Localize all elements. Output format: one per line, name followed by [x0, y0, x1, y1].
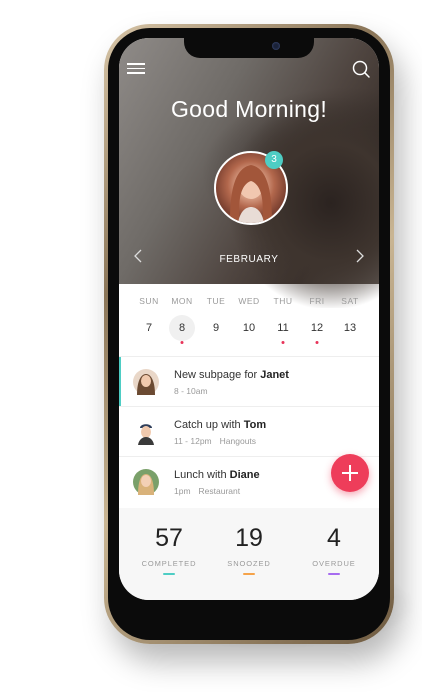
weekday-label: WED: [238, 296, 260, 306]
event-dot: [180, 341, 184, 344]
event-title: Catch up with Tom: [174, 419, 266, 431]
day-number[interactable]: 9: [205, 322, 227, 334]
event-person: Janet: [260, 369, 289, 381]
day-number[interactable]: 10: [238, 322, 260, 334]
day-number[interactable]: 7: [138, 322, 160, 334]
event-title-text: New subpage for: [174, 369, 261, 381]
event-dot: [315, 341, 319, 344]
event-item-tom[interactable]: Catch up with Tom 11 - 12pm Hangouts: [119, 407, 379, 456]
stat-completed[interactable]: 57 COMPLETED: [129, 524, 209, 575]
phone-notch: [184, 38, 314, 58]
day-number[interactable]: 8: [171, 322, 193, 334]
day-number[interactable]: 13: [339, 322, 361, 334]
event-item-janet[interactable]: New subpage for Janet 8 - 10am: [119, 357, 379, 406]
stat-indicator: [163, 573, 175, 575]
day-number[interactable]: 12: [306, 322, 328, 334]
avatar: [133, 369, 159, 395]
weekday-label: THU: [273, 296, 293, 306]
event-person: Tom: [243, 419, 267, 431]
event-tag: Hangouts: [219, 436, 257, 446]
event-person: Diane: [229, 469, 260, 481]
stat-label: OVERDUE: [312, 559, 356, 568]
stat-overdue[interactable]: 4 OVERDUE: [294, 524, 374, 575]
active-event-indicator: [119, 357, 121, 406]
greeting-title: Good Morning!: [170, 96, 328, 122]
stat-label: COMPLETED: [141, 559, 197, 568]
weekday-label: TUE: [206, 296, 226, 306]
event-time: 11 - 12pm: [174, 436, 212, 446]
app-screen: Good Morning! 3 FEBRUARY SUN 7 MON 8 TUE…: [119, 38, 379, 600]
event-title: New subpage for Janet: [174, 369, 289, 381]
day-number[interactable]: 11: [272, 322, 294, 334]
stats-panel: 57 COMPLETED 19 SNOOZED 4 OVERDUE: [119, 508, 379, 600]
weekday-label: FRI: [309, 296, 325, 306]
event-meta: 1pm Restaurant: [174, 486, 248, 496]
weekday-label: SUN: [139, 296, 159, 306]
event-meta: 11 - 12pm Hangouts: [174, 436, 264, 446]
stat-indicator: [328, 573, 340, 575]
chevron-right-icon[interactable]: [355, 248, 365, 268]
notification-badge[interactable]: 3: [265, 151, 283, 169]
menu-icon[interactable]: [127, 60, 145, 76]
add-event-button[interactable]: [331, 454, 369, 492]
month-label: FEBRUARY: [219, 254, 279, 265]
search-icon[interactable]: [351, 59, 371, 79]
event-title-text: Lunch with: [174, 469, 230, 481]
event-title: Lunch with Diane: [174, 469, 260, 481]
event-title-text: Catch up with: [174, 419, 244, 431]
event-tag: Restaurant: [198, 486, 241, 496]
event-dot: [281, 341, 285, 344]
stat-snoozed[interactable]: 19 SNOOZED: [209, 524, 289, 575]
event-time: 1pm: [174, 486, 191, 496]
avatar: [133, 419, 159, 445]
stat-label: SNOOZED: [227, 559, 271, 568]
stat-value: 4: [327, 524, 341, 552]
stat-value: 57: [155, 524, 183, 552]
weekday-label: MON: [171, 296, 193, 306]
stat-indicator: [243, 573, 255, 575]
weekday-label: SAT: [341, 296, 359, 306]
stat-value: 19: [235, 524, 263, 552]
event-meta: 8 - 10am: [174, 386, 216, 396]
event-time: 8 - 10am: [174, 386, 208, 396]
avatar: [133, 469, 159, 495]
camera-icon: [272, 42, 280, 50]
